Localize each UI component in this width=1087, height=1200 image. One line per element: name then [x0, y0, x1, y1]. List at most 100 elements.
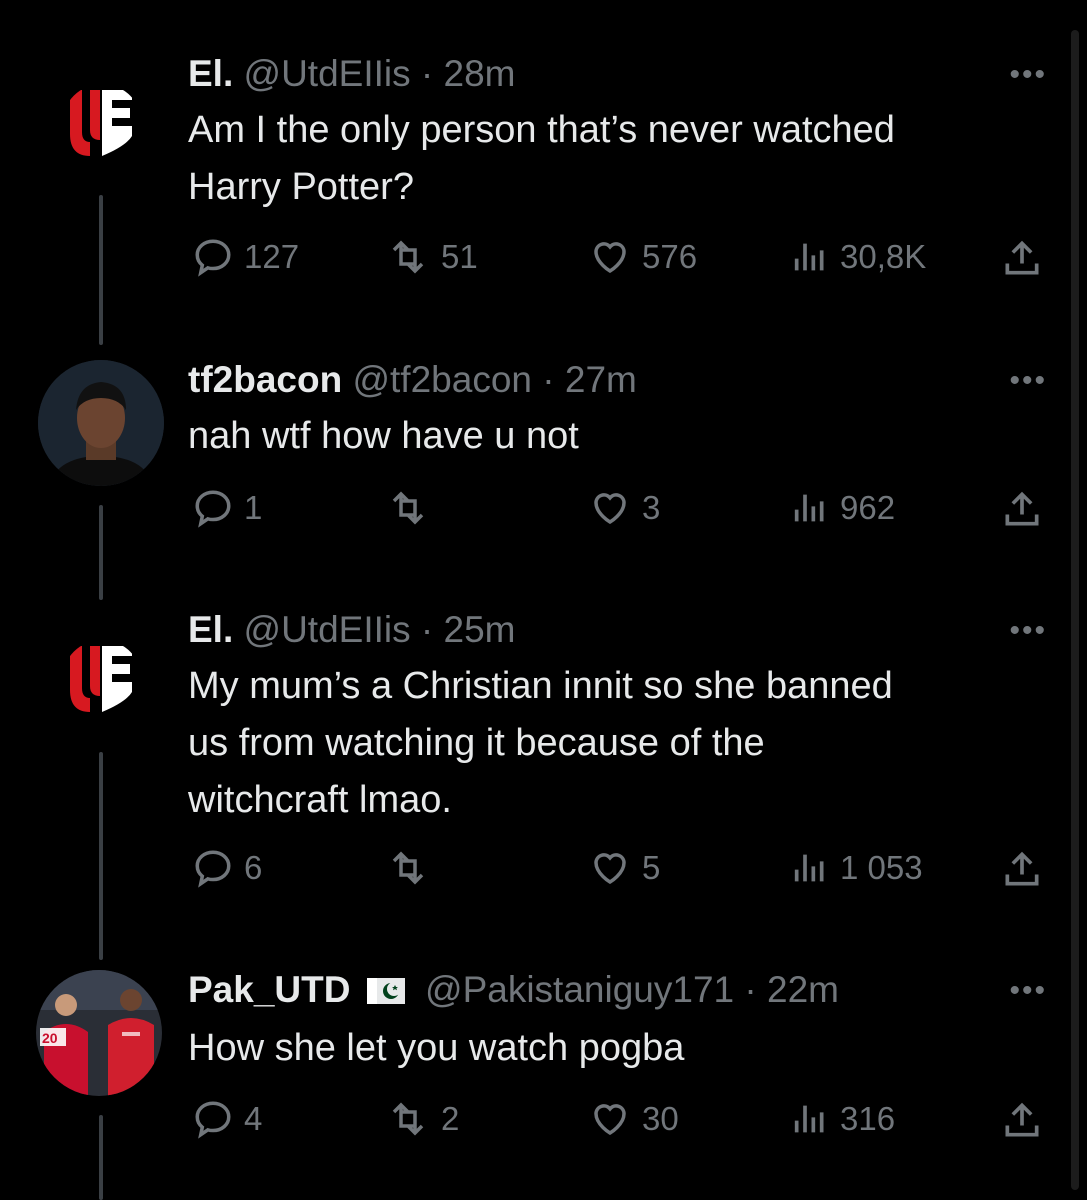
reply-icon: [195, 1101, 231, 1139]
reply-count: 1: [244, 489, 263, 526]
timestamp[interactable]: 28m: [444, 53, 516, 94]
avatar[interactable]: [62, 84, 142, 164]
views-button[interactable]: 1 053: [790, 847, 923, 889]
action-bar: 4 2 30 316: [0, 1098, 1087, 1148]
retweet-icon: [392, 240, 424, 274]
action-bar: 1 3 962: [0, 487, 1087, 537]
handle[interactable]: @Pakistaniguy171: [425, 969, 734, 1010]
display-name[interactable]: El.: [188, 53, 233, 94]
tweet-text-line: My mum’s a Christian innit so she banned: [188, 665, 893, 707]
action-bar: 127 51 576 30,8K: [0, 236, 1087, 286]
share-button[interactable]: [1000, 1098, 1044, 1142]
more-icon[interactable]: •••: [1009, 58, 1047, 92]
like-count: 5: [642, 849, 661, 886]
reply-icon: [195, 239, 231, 277]
tweet-header: tf2bacon @tf2bacon · 27m: [188, 358, 637, 402]
tweet-text: How she let you watch pogba: [188, 1020, 1028, 1077]
reply-button[interactable]: 4: [192, 1098, 262, 1140]
tweet-text-line: us from watching it because of the: [188, 722, 765, 764]
retweet-button[interactable]: 2: [385, 1098, 459, 1140]
tweet-header: El. @UtdEIIis · 28m: [188, 52, 516, 96]
like-count: 3: [642, 489, 661, 526]
tweet-text: Am I the only person that’s never watche…: [188, 102, 1028, 216]
share-icon: [1005, 851, 1039, 886]
retweet-count: 51: [441, 238, 478, 275]
share-button[interactable]: [1000, 847, 1044, 891]
tweet-header: Pak_UTD @Pakistaniguy171 · 22m: [188, 968, 839, 1012]
views-icon: [794, 494, 824, 522]
views-button[interactable]: 316: [790, 1098, 895, 1140]
like-count: 576: [642, 238, 698, 275]
reply-button[interactable]: 127: [192, 236, 299, 278]
view-count: 1 053: [840, 849, 923, 886]
retweet-button[interactable]: 51: [385, 236, 478, 278]
like-button[interactable]: 30: [588, 1098, 679, 1140]
like-icon: [594, 1104, 626, 1136]
display-name[interactable]: El.: [188, 609, 233, 650]
tweet-text-line: witchcraft lmao.: [188, 779, 452, 821]
view-count: 316: [840, 1100, 896, 1137]
more-icon[interactable]: •••: [1009, 974, 1047, 1008]
tweet-text: nah wtf how have u not: [188, 408, 1028, 465]
ue-logo-icon: [70, 90, 132, 156]
reply-icon: [195, 850, 231, 888]
separator: ·: [420, 53, 434, 94]
views-icon: [794, 854, 824, 882]
reply-count: 127: [244, 238, 300, 275]
more-icon[interactable]: •••: [1009, 614, 1047, 648]
like-icon: [594, 493, 626, 525]
tweet-text: My mum’s a Christian innit so she banned…: [188, 658, 1028, 829]
view-count: 962: [840, 489, 896, 526]
retweet-count: 2: [441, 1100, 460, 1137]
scrollbar[interactable]: [1071, 30, 1079, 1190]
view-count: 30,8K: [840, 238, 927, 275]
avatar[interactable]: [62, 640, 142, 720]
share-button[interactable]: [1000, 487, 1044, 531]
like-button[interactable]: 576: [588, 236, 697, 278]
views-icon: [794, 1105, 824, 1133]
views-button[interactable]: 30,8K: [790, 236, 926, 278]
reply-count: 4: [244, 1100, 263, 1137]
handle[interactable]: @UtdEIIis: [244, 609, 411, 650]
views-icon: [794, 243, 824, 271]
tweet-text-line: Harry Potter?: [188, 166, 414, 208]
retweet-icon: [392, 851, 424, 885]
reply-button[interactable]: 6: [192, 847, 262, 889]
timestamp[interactable]: 25m: [444, 609, 516, 650]
share-icon: [1005, 491, 1039, 526]
more-icon[interactable]: •••: [1009, 364, 1047, 398]
reply-button[interactable]: 1: [192, 487, 262, 529]
like-icon: [594, 242, 626, 274]
handle[interactable]: @tf2bacon: [352, 359, 532, 400]
ue-logo-icon: [70, 646, 132, 712]
display-name[interactable]: Pak_UTD: [188, 969, 350, 1010]
retweet-icon: [392, 491, 424, 525]
separator: ·: [542, 359, 555, 400]
like-button[interactable]: 5: [588, 847, 660, 889]
tweet-text-line: Am I the only person that’s never watche…: [188, 109, 895, 151]
share-icon: [1005, 1102, 1039, 1137]
action-bar: 6 5 1 053: [0, 847, 1087, 897]
retweet-icon: [392, 1102, 424, 1136]
timestamp[interactable]: 27m: [565, 359, 637, 400]
like-icon: [594, 853, 626, 885]
team-photo-icon: 20: [36, 970, 162, 1096]
player-photo-icon: [38, 360, 164, 486]
tweet-text-line: nah wtf how have u not: [188, 415, 579, 457]
avatar[interactable]: [38, 360, 164, 486]
share-button[interactable]: [1000, 236, 1044, 280]
timestamp[interactable]: 22m: [767, 969, 839, 1010]
tweet-text-line: How she let you watch pogba: [188, 1027, 685, 1069]
handle[interactable]: @UtdEIIis: [244, 53, 411, 94]
retweet-button[interactable]: [385, 487, 441, 529]
reply-icon: [195, 490, 231, 528]
tweet-header: El. @UtdEIIis · 25m: [188, 608, 516, 652]
views-button[interactable]: 962: [790, 487, 895, 529]
display-name[interactable]: tf2bacon: [188, 359, 342, 400]
reply-count: 6: [244, 849, 263, 886]
retweet-button[interactable]: [385, 847, 441, 889]
separator: ·: [744, 969, 757, 1010]
pakistan-flag-icon: [366, 970, 405, 1004]
like-button[interactable]: 3: [588, 487, 660, 529]
avatar[interactable]: 20: [36, 970, 162, 1096]
